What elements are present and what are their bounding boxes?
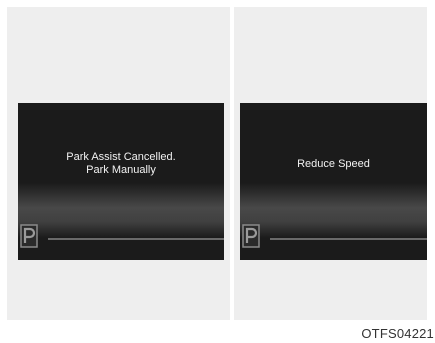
parking-assist-icon [20,224,38,248]
right-illustration-panel: Reduce Speed [234,7,427,320]
cluster-display-reduce-speed: Reduce Speed [240,103,427,260]
warning-message: Park Assist Cancelled. Park Manually [18,151,224,177]
display-glow [240,183,427,238]
warning-line-1: Reduce Speed [297,158,370,170]
warning-line-1: Park Assist Cancelled. [66,151,176,163]
figure-code: OTFS04221 [361,326,434,341]
cluster-display-park-assist-cancelled: Park Assist Cancelled. Park Manually [18,103,224,260]
warning-line-2: Park Manually [86,164,156,176]
display-divider [270,238,427,240]
display-glow [18,183,224,238]
left-illustration-panel: Park Assist Cancelled. Park Manually [7,7,230,320]
display-divider [48,238,224,240]
parking-assist-icon [242,224,260,248]
warning-message: Reduce Speed [240,158,427,171]
